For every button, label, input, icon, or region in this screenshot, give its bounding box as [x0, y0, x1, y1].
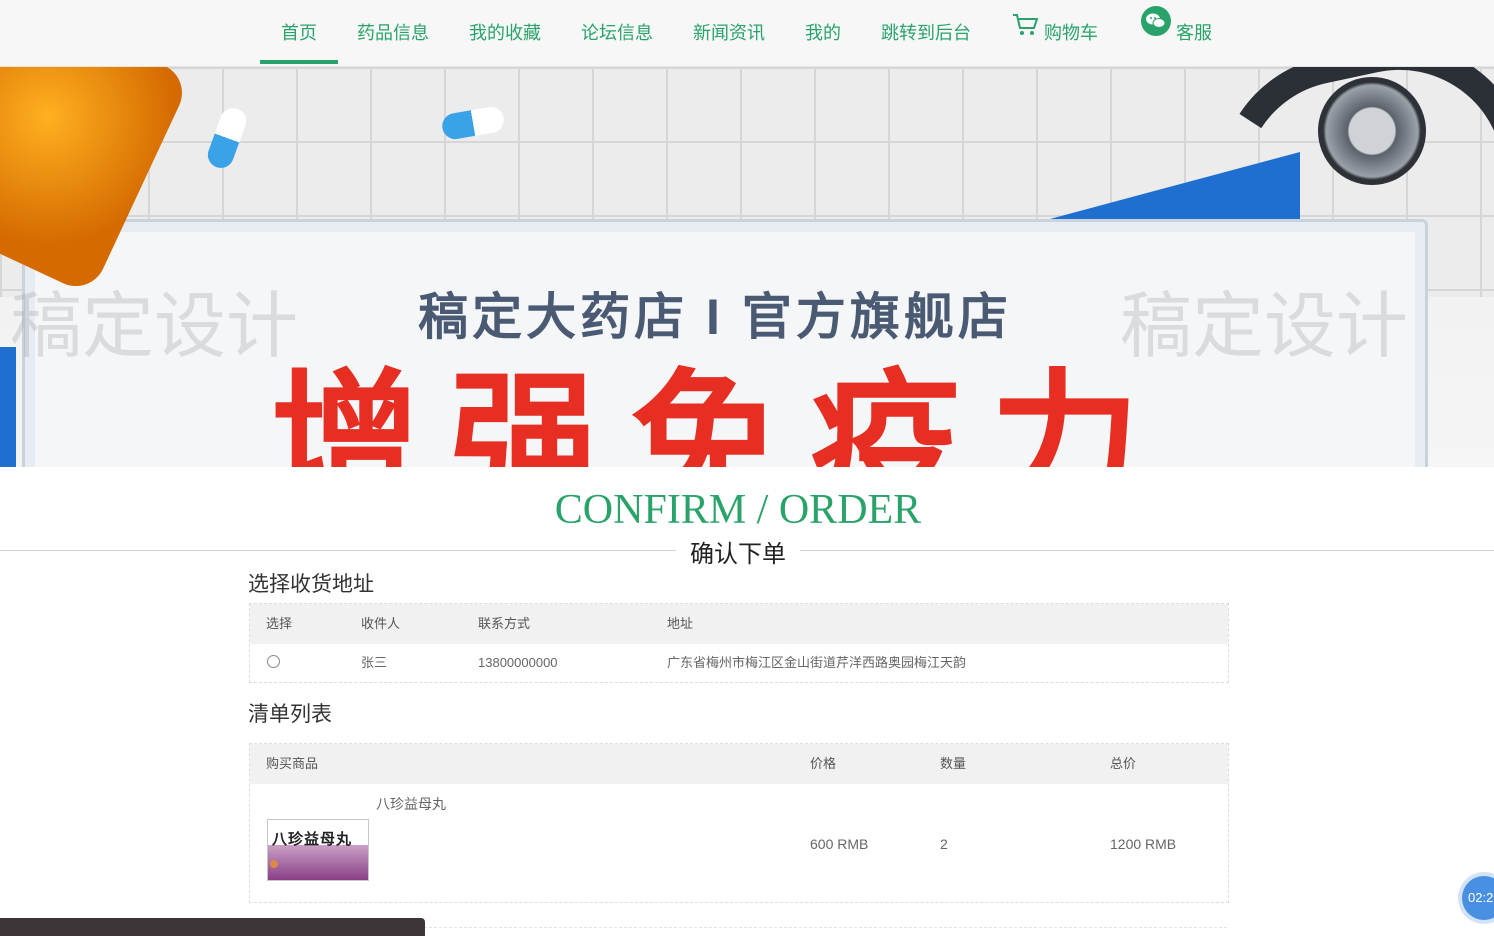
product-image-label: 八珍益母丸	[272, 832, 353, 848]
recipient-phone: 13800000000	[478, 655, 558, 670]
top-nav: 首页 药品信息 我的收藏 论坛信息 新闻资讯 我的 跳转到后台 购物车 客服	[0, 0, 1494, 67]
nav-cart[interactable]: 购物车	[1012, 0, 1098, 66]
col-recipient: 收件人	[361, 616, 401, 631]
address-table-header: 选择 收件人 联系方式 地址	[250, 604, 1228, 644]
section-title-cn: 确认下单	[676, 534, 800, 569]
stethoscope-head-image	[1318, 77, 1426, 185]
col-select: 选择	[266, 616, 293, 631]
product-image-seal	[270, 860, 278, 868]
recipient-name: 张三	[361, 655, 388, 670]
nav-mine[interactable]: 我的	[805, 0, 841, 66]
order-list-heading: 清单列表	[248, 703, 332, 726]
col-contact: 联系方式	[478, 616, 531, 631]
col-address: 地址	[667, 616, 694, 631]
product-total: 1200 RMB	[1110, 836, 1177, 852]
banner-headline: 增强免疫力	[269, 358, 1170, 467]
nav-cart-label: 购物车	[1044, 23, 1098, 43]
product-image[interactable]: 八珍益母丸	[267, 819, 369, 881]
order-table: 购买商品 价格 数量 总价 八珍益母丸 八珍益母丸 600 RMB 2 1200…	[249, 743, 1229, 903]
nav-forum[interactable]: 论坛信息	[581, 0, 653, 66]
address-radio[interactable]	[267, 655, 280, 668]
nav-news[interactable]: 新闻资讯	[693, 0, 765, 66]
recipient-address: 广东省梅州市梅江区金山街道芹洋西路奥园梅江天韵	[667, 655, 967, 670]
product-quantity: 2	[940, 836, 948, 852]
address-heading: 选择收货地址	[248, 573, 374, 596]
nav-customer-service[interactable]: 客服	[1140, 0, 1212, 66]
wechat-icon	[1140, 0, 1172, 64]
col-quantity: 数量	[940, 756, 967, 771]
nav-home[interactable]: 首页	[260, 0, 338, 66]
promo-banner[interactable]: 稿定设计 稿定设计 稿定大药店 I 官方旗舰店 增强免疫力	[0, 67, 1494, 467]
nav-admin[interactable]: 跳转到后台	[881, 0, 971, 66]
order-table-header: 购买商品 价格 数量 总价	[250, 744, 1228, 784]
nav-service-label: 客服	[1176, 23, 1212, 43]
timer-badge[interactable]: 02:2	[1462, 876, 1494, 920]
overlay-bar	[0, 918, 425, 936]
nav-medicine-info[interactable]: 药品信息	[357, 0, 429, 66]
table-row: 八珍益母丸 八珍益母丸 600 RMB 2 1200 RMB	[250, 784, 1228, 902]
product-name[interactable]: 八珍益母丸	[376, 792, 446, 816]
nav-my-favorites[interactable]: 我的收藏	[469, 0, 541, 66]
col-product: 购买商品	[266, 756, 319, 771]
col-total: 总价	[1110, 756, 1137, 771]
product-price: 600 RMB	[810, 836, 869, 852]
table-row[interactable]: 张三 13800000000 广东省梅州市梅江区金山街道芹洋西路奥园梅江天韵	[250, 644, 1228, 682]
section-title-en: CONFIRM / ORDER	[554, 487, 922, 533]
address-table: 选择 收件人 联系方式 地址 张三 13800000000 广东省梅州市梅江区金…	[249, 603, 1229, 683]
col-price: 价格	[810, 756, 837, 771]
banner-subtitle: 稿定大药店 I 官方旗舰店	[418, 289, 1012, 345]
cart-icon	[1012, 0, 1040, 64]
